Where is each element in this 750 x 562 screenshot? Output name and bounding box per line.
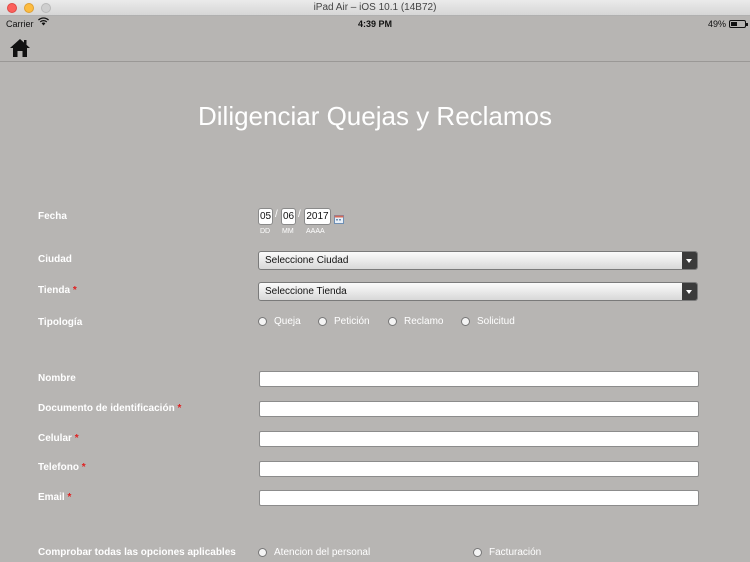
radio-button[interactable]: [258, 317, 267, 326]
radio-button[interactable]: [461, 317, 470, 326]
telefono-field[interactable]: [259, 461, 699, 477]
celular-field[interactable]: [259, 431, 699, 447]
tipologia-option-queja[interactable]: Queja: [258, 316, 301, 327]
tipologia-option-reclamo[interactable]: Reclamo: [388, 316, 443, 327]
checkbox[interactable]: [473, 548, 482, 557]
celular-label: Celular *: [38, 433, 79, 444]
battery-percent: 49%: [707, 19, 726, 29]
date-separator: /: [298, 209, 301, 220]
required-marker: *: [74, 433, 79, 444]
page-title: Diligenciar Quejas y Reclamos: [197, 101, 553, 131]
tienda-label: Tienda *: [38, 285, 77, 296]
date-year-field[interactable]: 2017: [304, 208, 331, 225]
radio-button[interactable]: [318, 317, 327, 326]
calendar-icon[interactable]: [334, 211, 344, 224]
email-label: Email *: [38, 492, 72, 503]
nombre-field[interactable]: [259, 371, 699, 387]
nombre-label: Nombre: [38, 373, 76, 384]
option-atencion-del-personal[interactable]: Atencion del personal: [258, 547, 370, 558]
battery-icon: [729, 20, 748, 28]
option-facturacion[interactable]: Facturación: [473, 547, 541, 558]
chevron-down-icon: [682, 252, 697, 269]
email-field[interactable]: [259, 490, 699, 506]
required-marker: *: [67, 492, 72, 503]
clock-label: 4:39 PM: [357, 19, 392, 29]
tienda-select-value: Seleccione Tienda: [265, 286, 347, 297]
fecha-label: Fecha: [38, 211, 67, 222]
documento-field[interactable]: [259, 401, 699, 417]
home-icon[interactable]: [9, 38, 31, 58]
tipologia-option-solicitud[interactable]: Solicitud: [461, 316, 515, 327]
simulator-title-bar: iPad Air – iOS 10.1 (14B72): [0, 0, 750, 16]
date-day-hint: DD: [260, 228, 271, 235]
ciudad-select[interactable]: Seleccione Ciudad: [258, 251, 698, 270]
chevron-down-icon: [682, 283, 697, 300]
documento-label: Documento de identificación *: [38, 403, 182, 414]
required-marker: *: [72, 285, 77, 296]
status-bar: Carrier 4:39 PM 49%: [0, 16, 750, 32]
navigation-bar: [0, 32, 750, 62]
date-year-hint: AAAA: [306, 228, 325, 235]
checkbox[interactable]: [258, 548, 267, 557]
required-marker: *: [81, 462, 86, 473]
tienda-select[interactable]: Seleccione Tienda: [258, 282, 698, 301]
date-day-field[interactable]: 05: [258, 208, 273, 225]
ciudad-select-value: Seleccione Ciudad: [265, 255, 349, 266]
date-month-hint: MM: [282, 228, 294, 235]
required-marker: *: [177, 403, 182, 414]
date-separator: /: [275, 209, 278, 220]
ciudad-label: Ciudad: [38, 254, 72, 265]
comprobar-label: Comprobar todas las opciones aplicables: [38, 547, 236, 558]
telefono-label: Telefono *: [38, 462, 86, 473]
window-title: iPad Air – iOS 10.1 (14B72): [313, 2, 437, 13]
date-month-field[interactable]: 06: [281, 208, 296, 225]
tipologia-option-peticion[interactable]: Petición: [318, 316, 370, 327]
radio-button[interactable]: [388, 317, 397, 326]
tipologia-label: Tipología: [38, 317, 83, 328]
